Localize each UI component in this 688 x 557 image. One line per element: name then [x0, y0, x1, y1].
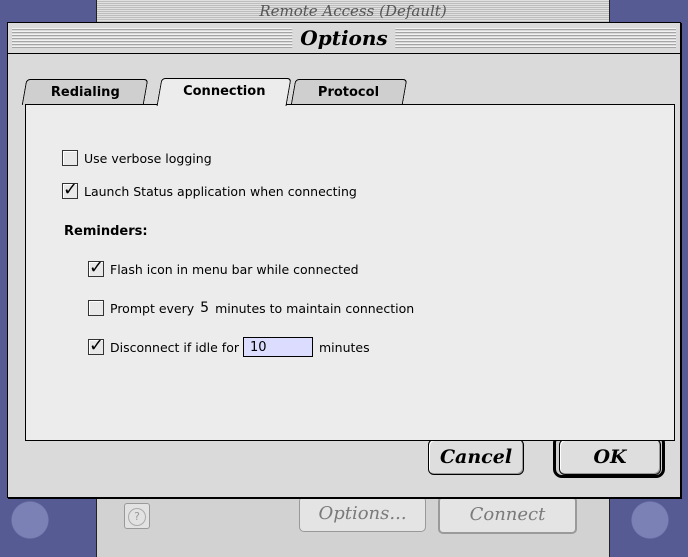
launch-status-checkbox[interactable]	[62, 179, 78, 200]
prompt-minutes-value: 5	[200, 300, 210, 316]
prompt-label-after: minutes to maintain connection	[215, 300, 415, 316]
disconnect-checkbox[interactable]	[88, 335, 104, 356]
launch-status-row[interactable]: Launch Status application when connectin…	[62, 179, 357, 200]
tab-redialing[interactable]: Redialing	[21, 79, 149, 105]
connect-button[interactable]: Connect	[438, 496, 577, 534]
tab-redialing-label: Redialing	[50, 85, 120, 100]
background-window-footer: ? Options... Connect	[97, 490, 609, 557]
verbose-logging-checkbox[interactable]	[62, 150, 78, 166]
verbose-logging-label: Use verbose logging	[84, 150, 212, 166]
connection-panel: Use verbose logging Launch Status applic…	[25, 104, 675, 441]
dialog-titlebar[interactable]: Options	[8, 23, 680, 54]
dialog-title: Options	[292, 26, 396, 50]
tab-protocol[interactable]: Protocol	[290, 79, 408, 105]
options-button[interactable]: Options...	[299, 496, 426, 532]
reminders-heading: Reminders:	[64, 224, 148, 239]
options-dialog: Options Redialing Connection Protocol Us…	[7, 22, 681, 498]
disconnect-label-after: minutes	[319, 339, 370, 355]
prompt-checkbox[interactable]	[88, 300, 104, 316]
idle-minutes-input[interactable]: 10	[243, 337, 313, 357]
verbose-logging-row[interactable]: Use verbose logging	[62, 150, 212, 166]
tab-connection-label: Connection	[182, 84, 266, 99]
cancel-button[interactable]: Cancel	[428, 439, 524, 475]
flash-icon-row[interactable]: Flash icon in menu bar while connected	[88, 257, 359, 278]
prompt-row[interactable]: Prompt every 5 minutes to maintain conne…	[88, 300, 414, 316]
background-window-title: Remote Access (Default)	[259, 2, 447, 20]
launch-status-label: Launch Status application when connectin…	[84, 183, 357, 199]
tab-connection[interactable]: Connection	[156, 78, 292, 106]
prompt-label-before: Prompt every	[110, 300, 195, 316]
help-button[interactable]: ?	[124, 503, 150, 529]
flash-icon-label: Flash icon in menu bar while connected	[110, 261, 359, 277]
disconnect-label-before: Disconnect if idle for	[110, 339, 239, 355]
ok-button[interactable]: OK	[559, 439, 661, 475]
tab-protocol-label: Protocol	[318, 85, 380, 100]
flash-icon-checkbox[interactable]	[88, 257, 104, 278]
help-icon: ?	[128, 508, 146, 526]
disconnect-row[interactable]: Disconnect if idle for 10 minutes	[88, 335, 370, 357]
